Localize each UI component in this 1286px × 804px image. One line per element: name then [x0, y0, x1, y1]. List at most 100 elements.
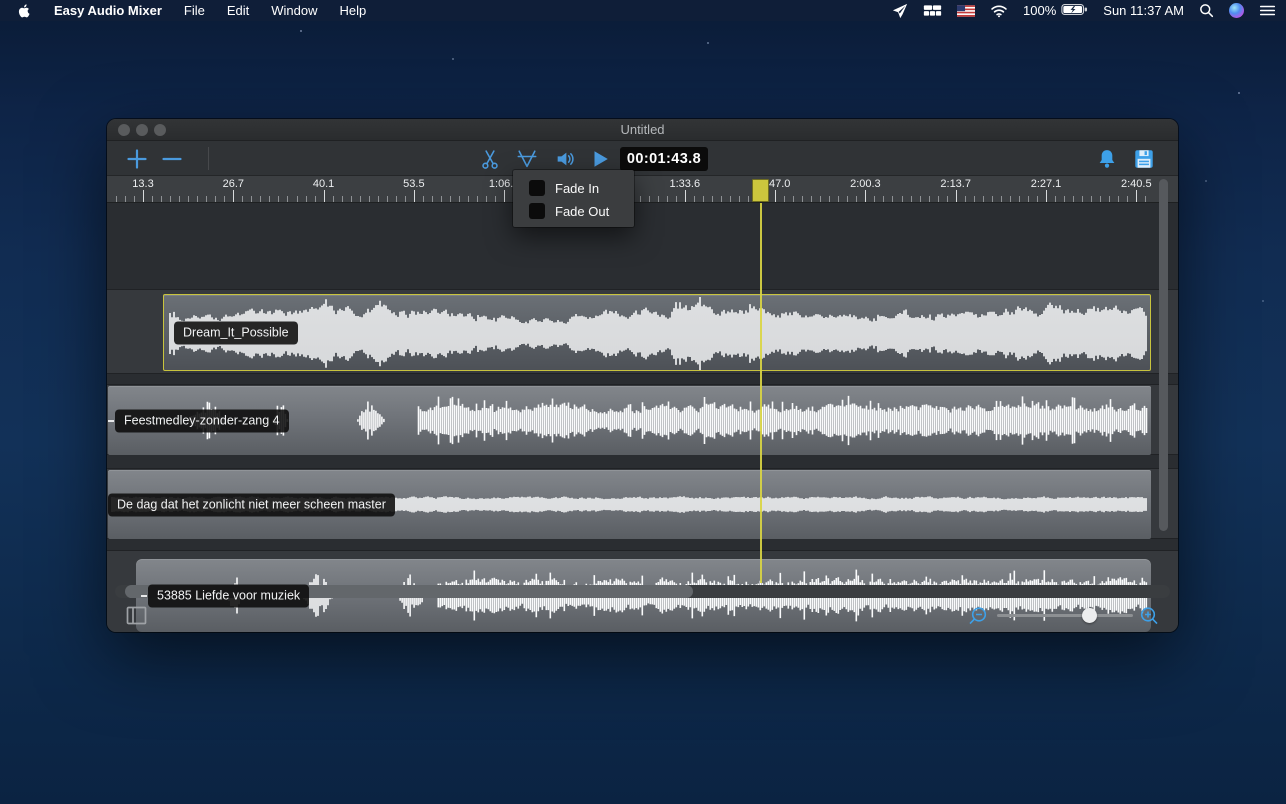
siri-icon[interactable] — [1229, 3, 1244, 18]
ruler-minor-tick — [1073, 196, 1074, 202]
menu-help[interactable]: Help — [329, 3, 378, 18]
ruler-major-tick — [1046, 190, 1047, 202]
ruler-time-label: 13.3 — [132, 178, 153, 190]
menu-bar-clock[interactable]: Sun 11:37 AM — [1103, 3, 1184, 18]
zoom-out-icon[interactable] — [967, 605, 989, 632]
audio-clip[interactable]: De dag dat het zonlicht niet meer scheen… — [108, 470, 1151, 539]
ruler-minor-tick — [125, 196, 126, 202]
add-track-button[interactable] — [126, 148, 148, 170]
playhead-handle[interactable] — [752, 179, 769, 202]
ruler-minor-tick — [1091, 196, 1092, 202]
title-bar[interactable]: Untitled — [107, 119, 1178, 141]
app-window: Untitled 00:01:43.8 — [107, 119, 1178, 632]
ruler-major-tick — [143, 190, 144, 202]
fade-menu-item-fade-in[interactable]: Fade In — [529, 177, 634, 199]
us-flag-icon[interactable] — [957, 5, 975, 17]
ruler-major-tick — [504, 190, 505, 202]
panel-toggle-icon[interactable] — [126, 606, 147, 630]
ruler-minor-tick — [793, 196, 794, 202]
waveform — [164, 295, 1151, 371]
zoom-slider-thumb[interactable] — [1082, 608, 1097, 623]
control-center-icon[interactable] — [1259, 4, 1276, 17]
zoom-window-button[interactable] — [154, 124, 166, 136]
ruler-minor-tick — [206, 196, 207, 202]
playhead-line[interactable] — [760, 203, 762, 583]
ruler-time-label: 2:13.7 — [940, 178, 971, 190]
minimize-button[interactable] — [136, 124, 148, 136]
app-menu-title[interactable]: Easy Audio Mixer — [43, 3, 173, 18]
ruler-minor-tick — [116, 196, 117, 202]
menu-window[interactable]: Window — [260, 3, 328, 18]
close-button[interactable] — [118, 124, 130, 136]
star — [1205, 180, 1207, 182]
vertical-scrollbar[interactable] — [1159, 179, 1168, 531]
cut-icon[interactable] — [479, 148, 501, 170]
ruler-minor-tick — [468, 196, 469, 202]
clip-name-label[interactable]: De dag dat het zonlicht niet meer scheen… — [108, 493, 395, 516]
ruler-minor-tick — [658, 196, 659, 202]
ruler-minor-tick — [297, 196, 298, 202]
clip-name-label[interactable]: Feestmedley-zonder-zang 4 — [115, 409, 289, 432]
fade-menu-item-fade-out[interactable]: Fade Out — [529, 200, 634, 222]
ruler-minor-tick — [360, 196, 361, 202]
ruler-minor-tick — [784, 196, 785, 202]
send-icon[interactable] — [892, 3, 908, 19]
time-display: 00:01:43.8 — [620, 147, 708, 171]
keyboard-icon[interactable] — [923, 4, 942, 17]
ruler-minor-tick — [450, 196, 451, 202]
track-lane[interactable]: Dream_It_Possible — [107, 289, 1178, 374]
tracks-area: 53885 Liefde voor muziekDe dag dat het z… — [107, 203, 1178, 583]
remove-track-button[interactable] — [161, 148, 183, 170]
clip-name-label[interactable]: Dream_It_Possible — [174, 321, 298, 344]
ruler-minor-tick — [170, 196, 171, 202]
ruler-minor-tick — [974, 196, 975, 202]
ruler-minor-tick — [902, 196, 903, 202]
ruler-minor-tick — [929, 196, 930, 202]
ruler-minor-tick — [838, 196, 839, 202]
ruler-minor-tick — [938, 196, 939, 202]
clip-name-label[interactable]: 53885 Liefde voor muziek — [148, 584, 309, 607]
clip-label-dash — [141, 595, 147, 597]
toolbar: 00:01:43.8 — [107, 141, 1178, 176]
wifi-icon[interactable] — [990, 4, 1008, 18]
checkbox[interactable] — [529, 180, 545, 196]
audio-clip[interactable]: Dream_It_Possible — [163, 294, 1151, 371]
ruler-minor-tick — [947, 196, 948, 202]
ruler-minor-tick — [748, 196, 749, 202]
ruler-minor-tick — [197, 196, 198, 202]
spotlight-search-icon[interactable] — [1199, 3, 1214, 18]
notifications-bell-icon[interactable] — [1096, 148, 1118, 170]
ruler-major-tick — [775, 190, 776, 202]
menu-file[interactable]: File — [173, 3, 216, 18]
ruler-major-tick — [685, 190, 686, 202]
ruler-minor-tick — [396, 196, 397, 202]
star — [1238, 92, 1240, 94]
save-icon[interactable] — [1133, 148, 1155, 170]
ruler-minor-tick — [1064, 196, 1065, 202]
ruler-minor-tick — [161, 196, 162, 202]
audio-clip[interactable]: Feestmedley-zonder-zang 4 — [108, 386, 1151, 455]
zoom-slider-track[interactable] — [997, 614, 1133, 617]
ruler-minor-tick — [441, 196, 442, 202]
track-lane[interactable]: Feestmedley-zonder-zang 4 — [107, 384, 1178, 455]
volume-icon[interactable] — [554, 148, 576, 170]
ruler-minor-tick — [874, 196, 875, 202]
ruler-minor-tick — [495, 196, 496, 202]
zoom-in-icon[interactable] — [1138, 605, 1160, 632]
timeline-ruler[interactable]: 13.326.740.153.51:06.91:20.31:33.61:47.0… — [107, 176, 1178, 203]
ruler-minor-tick — [1019, 196, 1020, 202]
ruler-minor-tick — [405, 196, 406, 202]
star — [707, 42, 709, 44]
checkbox[interactable] — [529, 203, 545, 219]
menu-edit[interactable]: Edit — [216, 3, 260, 18]
ruler-minor-tick — [1109, 196, 1110, 202]
track-lane[interactable]: De dag dat het zonlicht niet meer scheen… — [107, 468, 1178, 539]
ruler-minor-tick — [703, 196, 704, 202]
fade-icon[interactable] — [516, 148, 538, 170]
play-button[interactable] — [589, 148, 611, 170]
ruler-minor-tick — [965, 196, 966, 202]
ruler-minor-tick — [152, 196, 153, 202]
ruler-minor-tick — [269, 196, 270, 202]
apple-menu-icon[interactable] — [10, 3, 43, 19]
ruler-minor-tick — [423, 196, 424, 202]
